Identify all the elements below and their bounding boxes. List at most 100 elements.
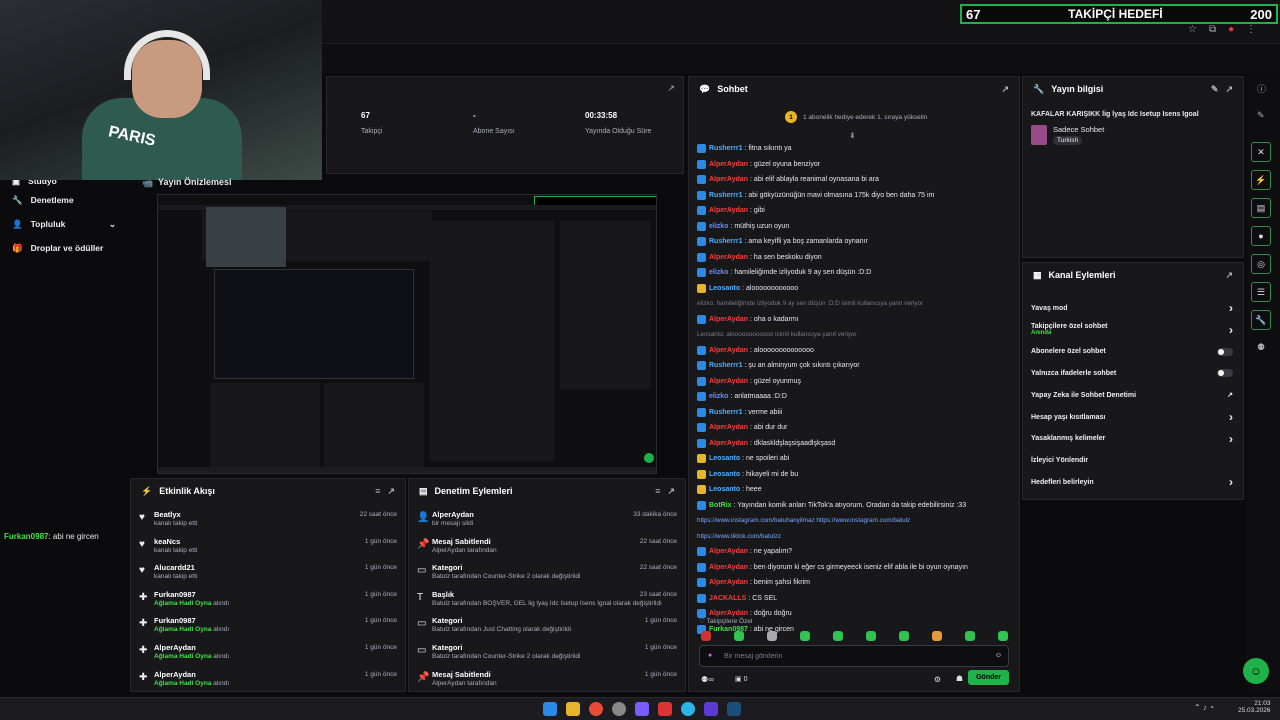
opera-icon[interactable] [658, 702, 672, 716]
chat-message[interactable]: Leosanto: heee [697, 482, 1013, 498]
chat-username[interactable]: AlperAydan [709, 548, 748, 555]
mod-action-item[interactable]: 📌 Mesaj Sabitlendi AlperAydan tarafından 1 … [417, 669, 677, 695]
chat-message[interactable]: elizko: müthiş uzun oyun [697, 219, 1013, 235]
chat-message[interactable]: AlperAydan: ha sen beskoku diyon [697, 250, 1013, 266]
chat-username[interactable]: Leosanto [709, 486, 740, 493]
broadcast-icon[interactable]: ◎ [1251, 254, 1271, 274]
popout-icon[interactable]: ↗ [1001, 84, 1009, 95]
channel-action-item[interactable]: Abonelere özel sohbet [1031, 343, 1233, 361]
chat-username[interactable]: Rusherrr1 [709, 192, 742, 199]
chat-message[interactable]: AlperAydan: gibi [697, 203, 1013, 219]
chat-message[interactable]: Rusherrr1: şu an alminyum çok sıkıntı çı… [697, 358, 1013, 374]
chat-fab-icon[interactable]: ☺ [1243, 658, 1269, 684]
emote-1[interactable] [701, 631, 711, 641]
mod-action-item[interactable]: T Başlık Batulz tarafından BOŞVER, GEL lig… [417, 589, 677, 615]
chat-input[interactable]: ● Bir mesaj gönderin ☺ [699, 645, 1009, 667]
mod-action-item[interactable]: ▭ Kategori Batulz tarafından Counter-Strik… [417, 562, 677, 588]
chat-username[interactable]: Leosanto [709, 471, 740, 478]
emote-4[interactable] [800, 631, 810, 641]
mod-action-item[interactable]: ▭ Kategori Batulz tarafından Counter-Strik… [417, 642, 677, 668]
chat-username[interactable]: AlperAydan [709, 316, 748, 323]
channel-action-item[interactable]: Takipçilere özel sohbet Anında › [1031, 321, 1233, 339]
toggle-switch[interactable] [1217, 369, 1233, 378]
nav-item-moderation[interactable]: 🔧 Denetleme [0, 188, 130, 212]
chat-username[interactable]: AlperAydan [709, 254, 748, 261]
chat-message[interactable]: Leosanto: ne spoileri abi [697, 451, 1013, 467]
activity-item[interactable]: ✚ Furkan0987 Ağlama Hadi Oyna alındı 1 gün … [139, 589, 397, 615]
chat-message[interactable]: AlperAydan: aloooooooooooooo [697, 343, 1013, 359]
chat-message[interactable]: AlperAydan: abi dur dur [697, 420, 1013, 436]
activity-item[interactable]: ♥ Beatlyx kanalı takip etti 22 saat önce [139, 509, 397, 535]
chat-message[interactable]: AlperAydan: güzel oyuna benziyor [697, 157, 1013, 173]
app-icon[interactable] [612, 702, 626, 716]
discord-icon[interactable] [635, 702, 649, 716]
emote-7[interactable] [899, 631, 909, 641]
emote-9[interactable] [965, 631, 975, 641]
list-icon[interactable]: ☰ [1251, 282, 1271, 302]
chat-message[interactable]: AlperAydan: benim şahsi fikrim [697, 575, 1013, 591]
chat-message[interactable]: Leosanto: aloooooooooooo [697, 281, 1013, 297]
users-icon[interactable]: ⚉∞ [701, 675, 714, 684]
chat-message[interactable]: AlperAydan: güzel oyunmuş [697, 374, 1013, 390]
chat-bubble-icon[interactable]: ● [1251, 226, 1271, 246]
chat-message[interactable]: BotRix: Yayından komik anları TikTok'a a… [697, 498, 1013, 514]
chat-username[interactable]: JACKALLS [709, 595, 746, 602]
activity-item[interactable]: ✚ AlperAydan Ağlama Hadi Oyna alındı 1 gün … [139, 642, 397, 668]
emote-3[interactable] [767, 631, 777, 641]
emote-picker-icon[interactable]: ● [708, 651, 712, 661]
chat-message[interactable]: Rusherrr1: fitna sıkıntı ya [697, 141, 1013, 157]
nav-item-drops[interactable]: 🎁 Droplar ve ödüller [0, 236, 130, 260]
chrome-icon[interactable] [589, 702, 603, 716]
chat-message[interactable]: Rusherrr1: ama keyifli ya boş zamanlarda… [697, 234, 1013, 250]
chat-message[interactable]: AlperAydan: ben diyorum ki eğer cs girme… [697, 560, 1013, 576]
popout-icon[interactable]: ↗ [1225, 270, 1233, 281]
channel-action-item[interactable]: Yapay Zeka ile Sohbet Denetimi ↗ [1031, 386, 1233, 404]
chat-message[interactable]: Leosanto: aloooooooooooo isimli kullanıc… [697, 327, 1013, 343]
popout-icon[interactable]: ↗ [667, 83, 675, 94]
popout-icon[interactable]: ↗ [387, 486, 395, 497]
filter-icon[interactable]: ≡ [655, 486, 660, 496]
channel-action-item[interactable]: Hesap yaşı kısıtlaması › [1031, 408, 1233, 426]
channel-action-item[interactable]: Yasaklanmış kelimeler › [1031, 430, 1233, 448]
chest-counter[interactable]: ▣ 0 [735, 675, 747, 683]
collapse-icon[interactable]: ⇟ [849, 131, 856, 140]
chat-message[interactable]: elizko: hamileliğimde izliyoduk 9 ay sen… [697, 265, 1013, 281]
emote-5[interactable] [833, 631, 843, 641]
chat-message[interactable]: AlperAydan: dklaskldşlaşsişaadlşkşasd [697, 436, 1013, 452]
filter-icon[interactable]: ≡ [375, 486, 380, 496]
menu-icon[interactable]: ⋮ [1246, 24, 1256, 35]
clipboard-icon[interactable]: ▤ [1251, 198, 1271, 218]
emote-10[interactable] [998, 631, 1008, 641]
chat-message[interactable]: Rusherrr1: verme abiii [697, 405, 1013, 421]
channel-action-item[interactable]: Yalnızca ifadelerle sohbet [1031, 364, 1233, 382]
toggle-switch[interactable] [1217, 347, 1233, 356]
steam-icon[interactable] [727, 702, 741, 716]
chat-message[interactable]: https://www.instagram.com/batuhanyilmaz … [697, 513, 1013, 529]
activity-item[interactable]: ✚ AlperAydan Ağlama Hadi Oyna alındı 1 gün … [139, 669, 397, 695]
activity-item[interactable]: ✚ Furkan0987 Ağlama Hadi Oyna alındı 1 gün … [139, 615, 397, 641]
chat-message[interactable]: AlperAydan: oha o kadarmı [697, 312, 1013, 328]
mod-action-item[interactable]: 👤 AlperAydan bir mesajı sildi 33 dakika önc… [417, 509, 677, 535]
chat-username[interactable]: Rusherrr1 [709, 238, 742, 245]
chat-message[interactable]: Leosanto: hikayeli mi de bu [697, 467, 1013, 483]
chat-username[interactable]: elizko [709, 223, 728, 230]
wrench-icon[interactable]: 🔧 [1251, 310, 1271, 330]
profile-icon[interactable]: ● [1228, 24, 1234, 35]
emoji-icon[interactable]: ☺ [995, 651, 1002, 661]
chat-username[interactable]: AlperAydan [709, 347, 748, 354]
mod-action-item[interactable]: ▭ Kategori Batulz tarafından Just Chatting… [417, 615, 677, 641]
activity-item[interactable]: ♥ keaNcs kanalı takip etti 1 gün önce [139, 536, 397, 562]
chat-username[interactable]: Rusherrr1 [709, 409, 742, 416]
lightning-icon[interactable]: ⚡ [1251, 170, 1271, 190]
chat-username[interactable]: AlperAydan [709, 207, 748, 214]
extension-icon[interactable]: ⧉ [1209, 24, 1216, 35]
channel-action-item[interactable]: Hedefleri belirleyin › [1031, 473, 1233, 491]
tool-x-icon[interactable]: ✕ [1251, 142, 1271, 162]
bot-icon[interactable]: ☗ [956, 674, 963, 683]
chat-username[interactable]: AlperAydan [709, 424, 748, 431]
chat-username[interactable]: Leosanto [709, 285, 740, 292]
chat-username[interactable]: Rusherrr1 [709, 145, 742, 152]
chat-username[interactable]: AlperAydan [709, 440, 748, 447]
chat-message[interactable]: elizko: anlatmaaaa :D:D [697, 389, 1013, 405]
emote-2[interactable] [734, 631, 744, 641]
